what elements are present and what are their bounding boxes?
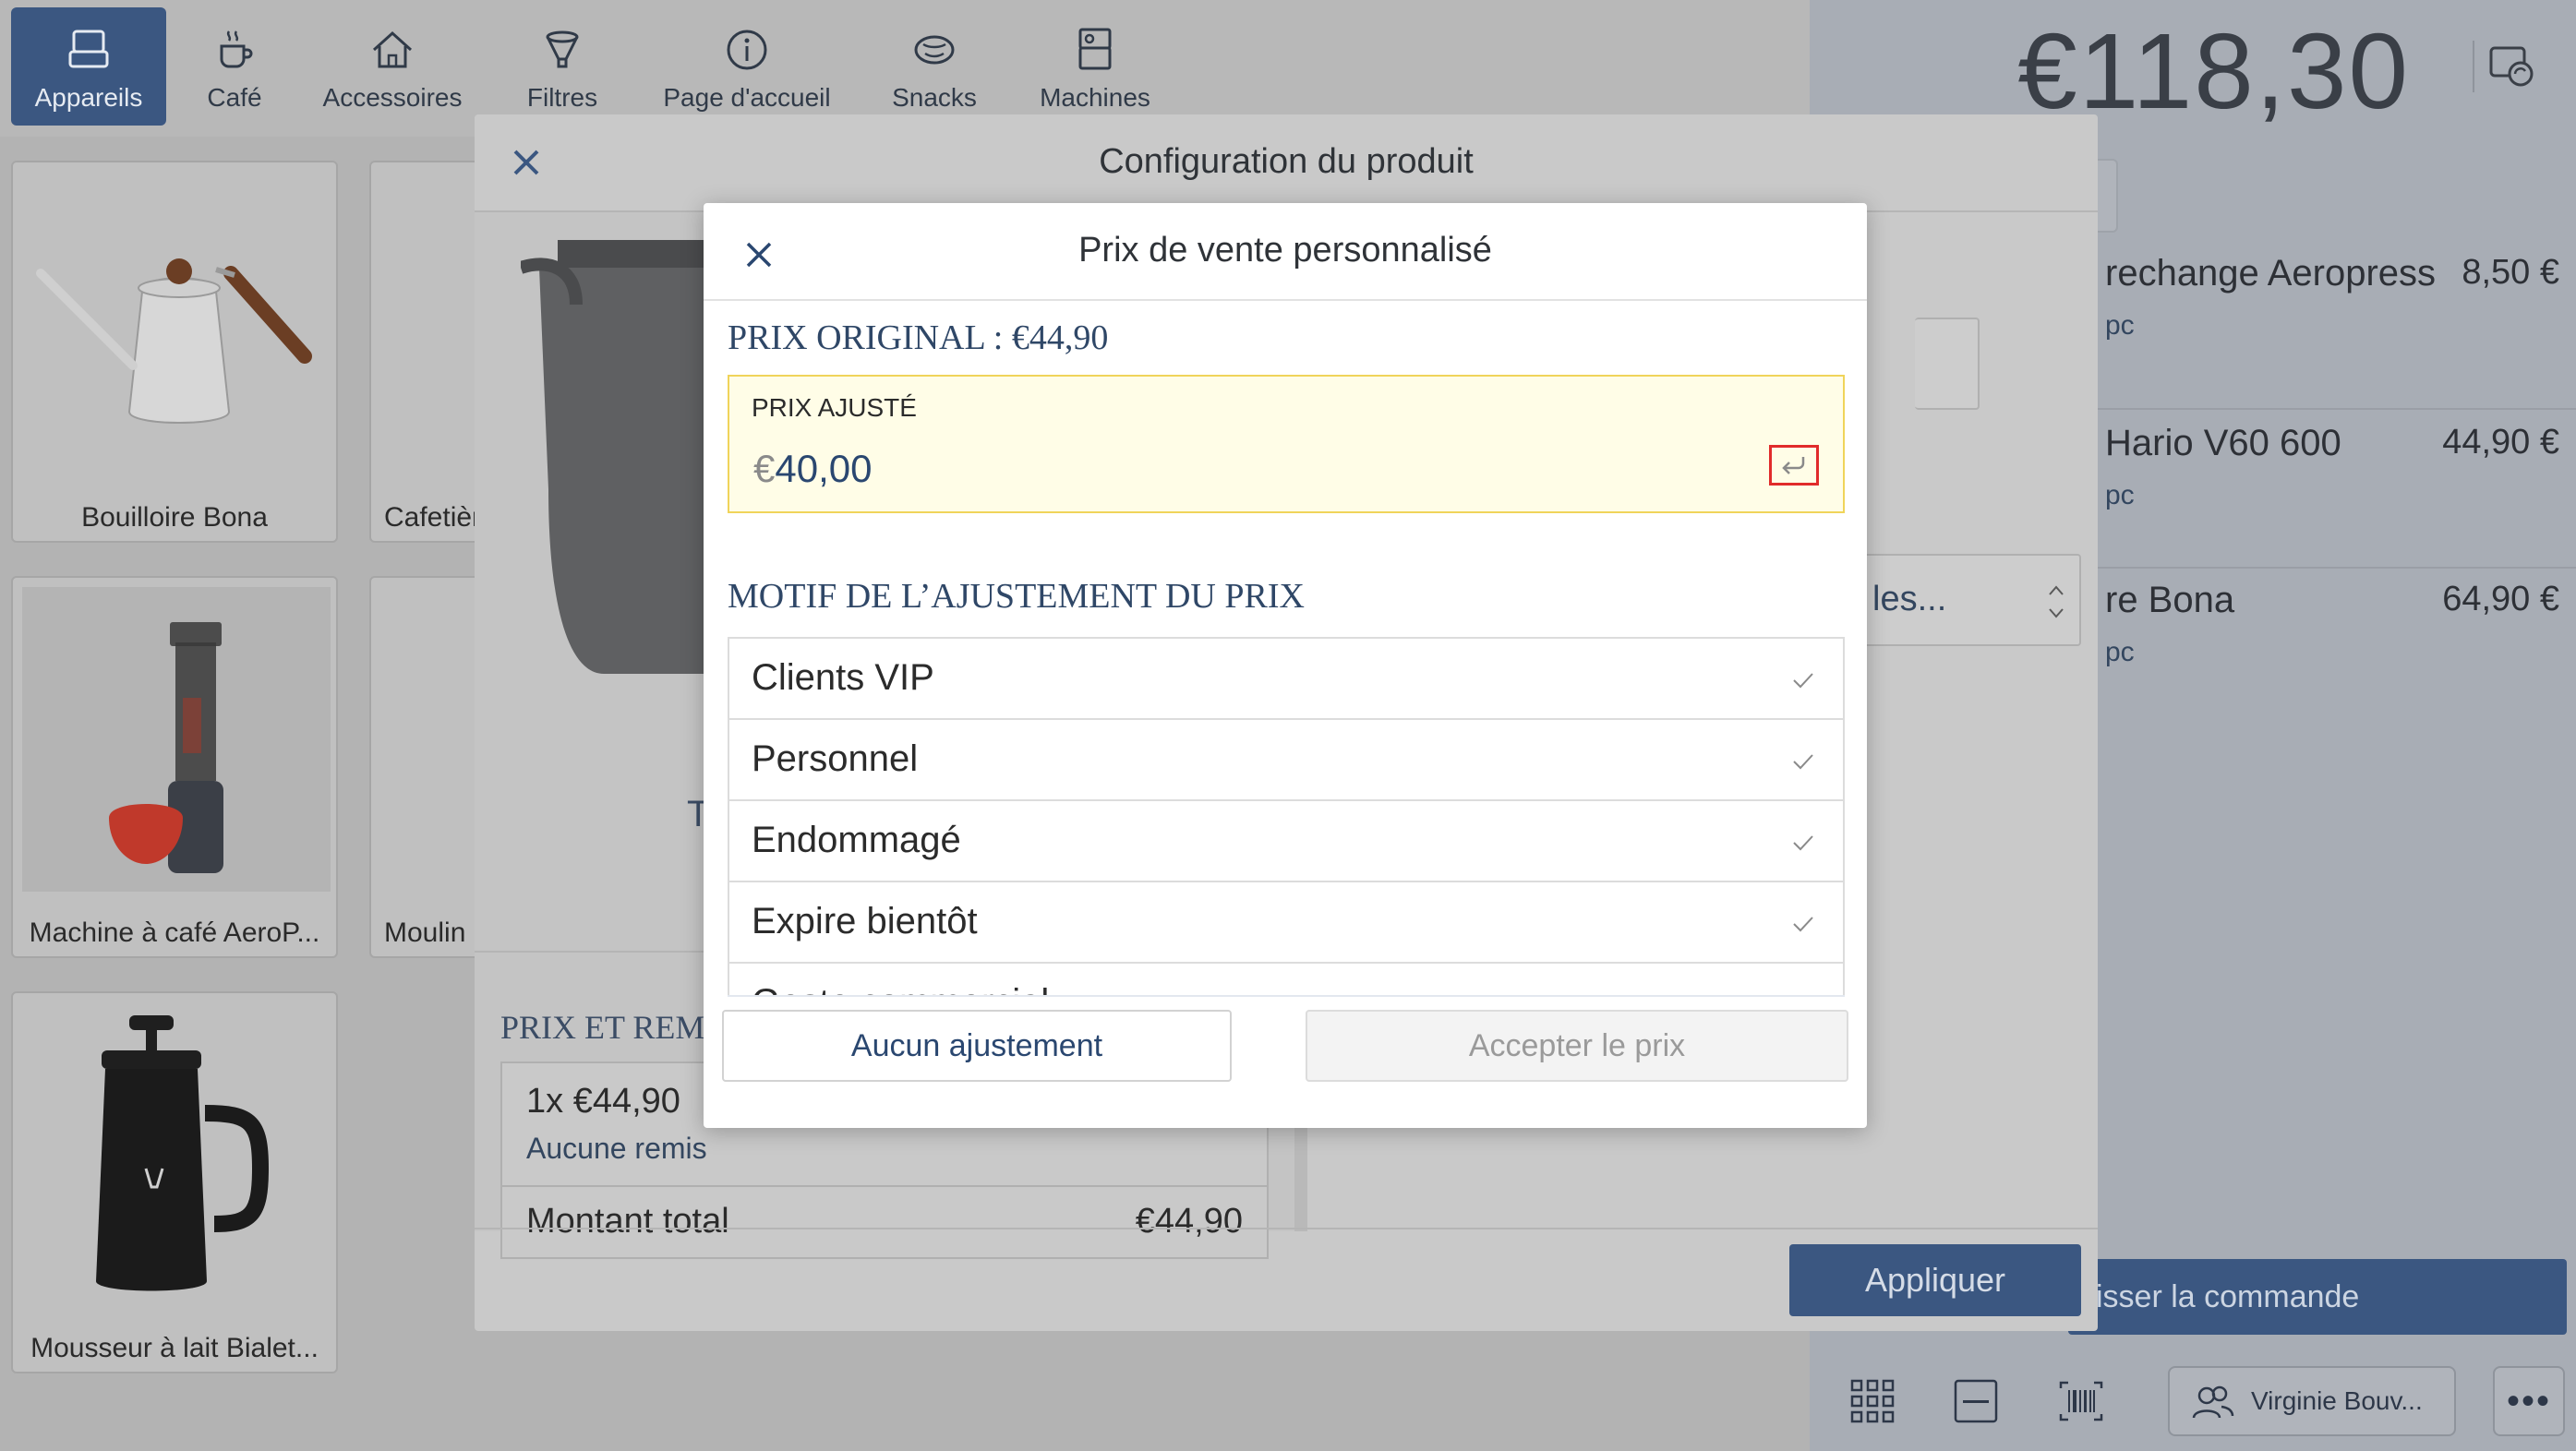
cart-line-qty: pc <box>2105 637 2135 667</box>
process-order-button[interactable]: isser la commande <box>2068 1259 2567 1335</box>
product-card[interactable]: Bouilloire Bona <box>11 161 338 543</box>
reason-label: Geste commercial <box>752 982 1049 995</box>
more-button[interactable]: ••• <box>2493 1366 2565 1436</box>
check-icon <box>1793 754 1813 770</box>
enter-key-button[interactable] <box>1769 445 1819 486</box>
product-card[interactable]: Mousseur à lait Bialet... <box>11 991 338 1373</box>
modal-footer: Appliquer <box>475 1228 2098 1331</box>
original-price: PRIX ORIGINAL : €44,90 <box>728 318 1109 357</box>
cart-line-title: re Bona <box>2105 580 2235 620</box>
filter-icon <box>546 30 579 68</box>
apply-button[interactable]: Appliquer <box>1789 1244 2081 1316</box>
adjusted-price-input[interactable]: €40,00 <box>753 447 872 491</box>
tab-snacks[interactable]: Snacks <box>877 7 992 126</box>
return-icon <box>1782 457 1805 474</box>
cart-line-price: 64,90 € <box>2442 580 2559 618</box>
info-icon <box>727 30 767 70</box>
custom-price-modal: Prix de vente personnalisé PRIX ORIGINAL… <box>704 203 1867 1128</box>
reason-label: Personnel <box>752 738 919 779</box>
no-adjustment-button[interactable]: Aucun ajustement <box>722 1010 1232 1082</box>
snack-icon <box>914 35 955 65</box>
cart-line-title: rechange Aeropress <box>2105 253 2437 294</box>
reason-section-title: MOTIF DE L’AJUSTEMENT DU PRIX <box>728 577 1305 616</box>
reason-list: Clients VIP Personnel Endommagé Expire b… <box>728 637 1845 997</box>
product-name: Bouilloire Bona <box>81 502 268 533</box>
adjusted-price-field[interactable]: PRIX AJUSTÉ €40,00 <box>728 375 1845 513</box>
customer-button[interactable]: Virginie Bouv... <box>2168 1366 2456 1436</box>
home-icon <box>372 30 413 68</box>
modal-title: Prix de vente personnalisé <box>1078 231 1492 270</box>
cart-line-qty: pc <box>2105 310 2135 341</box>
tab-appareils[interactable]: Appareils <box>11 7 166 126</box>
modal-header: Configuration du produit <box>475 114 2098 212</box>
currency-symbol: € <box>753 447 776 490</box>
product-card[interactable]: Machine à café AeroP... <box>11 576 338 958</box>
accept-price-button[interactable]: Accepter le prix <box>1306 1010 1848 1082</box>
grid-view-icon[interactable] <box>1847 1375 1898 1427</box>
product-image <box>521 240 705 674</box>
check-icon <box>1793 673 1813 689</box>
product-name: Mousseur à lait Bialet... <box>30 1333 319 1363</box>
tab-label: Page d'accueil <box>663 83 831 112</box>
refresh-customer-icon[interactable] <box>2484 37 2539 92</box>
discount-text[interactable]: Aucune remis <box>526 1132 707 1166</box>
option-select[interactable]: les... <box>1850 554 2081 646</box>
option-select-value: les... <box>1872 580 1947 618</box>
reason-label: Expire bientôt <box>752 901 978 941</box>
kettle-image <box>36 258 312 424</box>
milk-frother-image <box>96 1015 270 1291</box>
check-icon <box>1793 917 1813 932</box>
list-view-icon[interactable] <box>1950 1375 2002 1427</box>
reason-item-clients-vip[interactable]: Clients VIP <box>728 637 1845 720</box>
customer-icon <box>2192 1385 2234 1419</box>
tab-filtres[interactable]: Filtres <box>508 7 617 126</box>
reason-label: Clients VIP <box>752 657 934 698</box>
adjusted-price-label: PRIX AJUSTÉ <box>752 393 917 422</box>
modal-title: Configuration du produit <box>1099 142 1474 181</box>
chevron-updown-icon <box>2049 585 2064 618</box>
device-icon <box>68 30 109 68</box>
tab-label: Appareils <box>34 83 143 112</box>
tab-label: Snacks <box>892 83 977 112</box>
cart-line-price: 8,50 € <box>2462 253 2559 292</box>
reason-item-personnel[interactable]: Personnel <box>728 718 1845 801</box>
machine-icon <box>1078 28 1112 70</box>
reason-item-expire-bientot[interactable]: Expire bientôt <box>728 881 1845 964</box>
coffee-cup-icon <box>220 30 253 68</box>
tab-label: Machines <box>1040 83 1150 112</box>
check-icon <box>1791 995 1815 997</box>
reason-item-geste-commercial[interactable]: Geste commercial <box>728 962 1845 997</box>
tab-label: Filtres <box>526 83 598 112</box>
cart-line-title: Hario V60 600 <box>2105 423 2341 463</box>
cart-line-price: 44,90 € <box>2442 423 2559 462</box>
modal-header: Prix de vente personnalisé <box>704 203 1867 301</box>
check-icon <box>1793 835 1813 851</box>
reason-label: Endommagé <box>752 820 961 860</box>
customer-name: Virginie Bouv... <box>2251 1386 2423 1415</box>
tab-machines[interactable]: Machines <box>1027 7 1163 126</box>
tab-accessoires[interactable]: Accessoires <box>314 7 471 126</box>
tab-label: Accessoires <box>322 83 463 112</box>
quantity-field[interactable] <box>1915 318 1980 410</box>
modal-footer: Aucun ajustement Accepter le prix <box>704 1001 1867 1128</box>
adjusted-price-value: 40,00 <box>775 447 873 490</box>
tab-cafe[interactable]: Café <box>181 7 288 126</box>
product-name: Machine à café AeroP... <box>29 917 320 948</box>
price-line: 1x €44,90 <box>526 1082 680 1121</box>
tab-page-accueil[interactable]: Page d'accueil <box>659 7 835 126</box>
reason-item-endommage[interactable]: Endommagé <box>728 799 1845 882</box>
tab-label: Café <box>207 83 262 112</box>
barcode-icon[interactable] <box>2055 1375 2107 1427</box>
aeropress-image <box>109 622 223 873</box>
cart-line-qty: pc <box>2105 480 2135 510</box>
price-section-title: PRIX ET REMIS <box>500 1009 735 1046</box>
